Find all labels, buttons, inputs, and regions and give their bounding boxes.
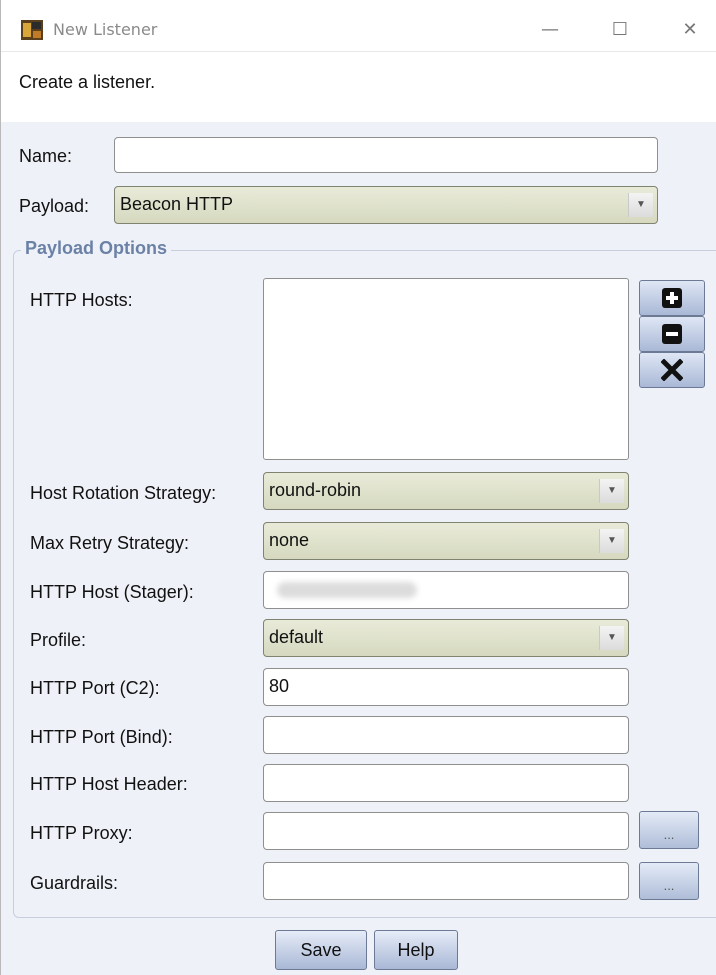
title-bar: New Listener — ☐ ✕: [1, 0, 716, 52]
profile-select[interactable]: default ▼: [263, 619, 629, 657]
plus-icon: [662, 288, 682, 308]
redacted-value: [277, 582, 417, 598]
host-header-label: HTTP Host Header:: [30, 774, 188, 794]
host-rotation-label: Host Rotation Strategy:: [30, 483, 217, 503]
chevron-down-icon: ▼: [628, 193, 653, 217]
max-retry-select[interactable]: none ▼: [263, 522, 629, 560]
clear-hosts-button[interactable]: [639, 352, 705, 388]
minimize-button[interactable]: —: [527, 12, 573, 46]
host-header-input[interactable]: [263, 764, 629, 802]
chevron-down-icon: ▼: [599, 479, 624, 503]
stager-host-label: HTTP Host (Stager):: [30, 582, 194, 602]
port-c2-label: HTTP Port (C2):: [30, 678, 160, 698]
http-hosts-list[interactable]: [263, 278, 629, 460]
description-text: Create a listener.: [19, 72, 156, 92]
description-panel: Create a listener.: [1, 52, 716, 122]
payload-options-legend: Payload Options: [21, 238, 172, 259]
x-icon: [661, 359, 683, 381]
proxy-input[interactable]: [263, 812, 629, 850]
maximize-button[interactable]: ☐: [597, 12, 643, 46]
add-host-button[interactable]: [639, 280, 705, 316]
name-label: Name:: [19, 146, 73, 166]
chevron-down-icon: ▼: [599, 626, 624, 650]
profile-value: default: [269, 627, 324, 647]
max-retry-value: none: [269, 530, 310, 550]
guardrails-label: Guardrails:: [30, 873, 119, 893]
window-title: New Listener: [53, 20, 158, 39]
save-button[interactable]: Save: [275, 930, 367, 970]
max-retry-label: Max Retry Strategy:: [30, 533, 190, 553]
http-hosts-label: HTTP Hosts:: [30, 290, 133, 310]
listener-app-icon: [21, 20, 43, 40]
help-button[interactable]: Help: [374, 930, 458, 970]
new-listener-dialog: New Listener — ☐ ✕ Create a listener. Na…: [0, 0, 716, 975]
payload-label: Payload:: [19, 196, 90, 216]
minus-icon: [662, 324, 682, 344]
close-button[interactable]: ✕: [667, 12, 713, 46]
profile-label: Profile:: [30, 630, 87, 650]
host-rotation-select[interactable]: round-robin ▼: [263, 472, 629, 510]
port-bind-label: HTTP Port (Bind):: [30, 727, 173, 747]
host-rotation-value: round-robin: [269, 480, 362, 500]
guardrails-browse-button[interactable]: ...: [639, 862, 699, 900]
name-input[interactable]: [114, 137, 658, 173]
port-c2-input[interactable]: 80: [263, 668, 629, 706]
proxy-label: HTTP Proxy:: [30, 823, 133, 843]
payload-select-value: Beacon HTTP: [120, 194, 234, 214]
guardrails-input[interactable]: [263, 862, 629, 900]
proxy-browse-button[interactable]: ...: [639, 811, 699, 849]
remove-host-button[interactable]: [639, 316, 705, 352]
port-bind-input[interactable]: [263, 716, 629, 754]
chevron-down-icon: ▼: [599, 529, 624, 553]
payload-select[interactable]: Beacon HTTP ▼: [114, 186, 658, 224]
